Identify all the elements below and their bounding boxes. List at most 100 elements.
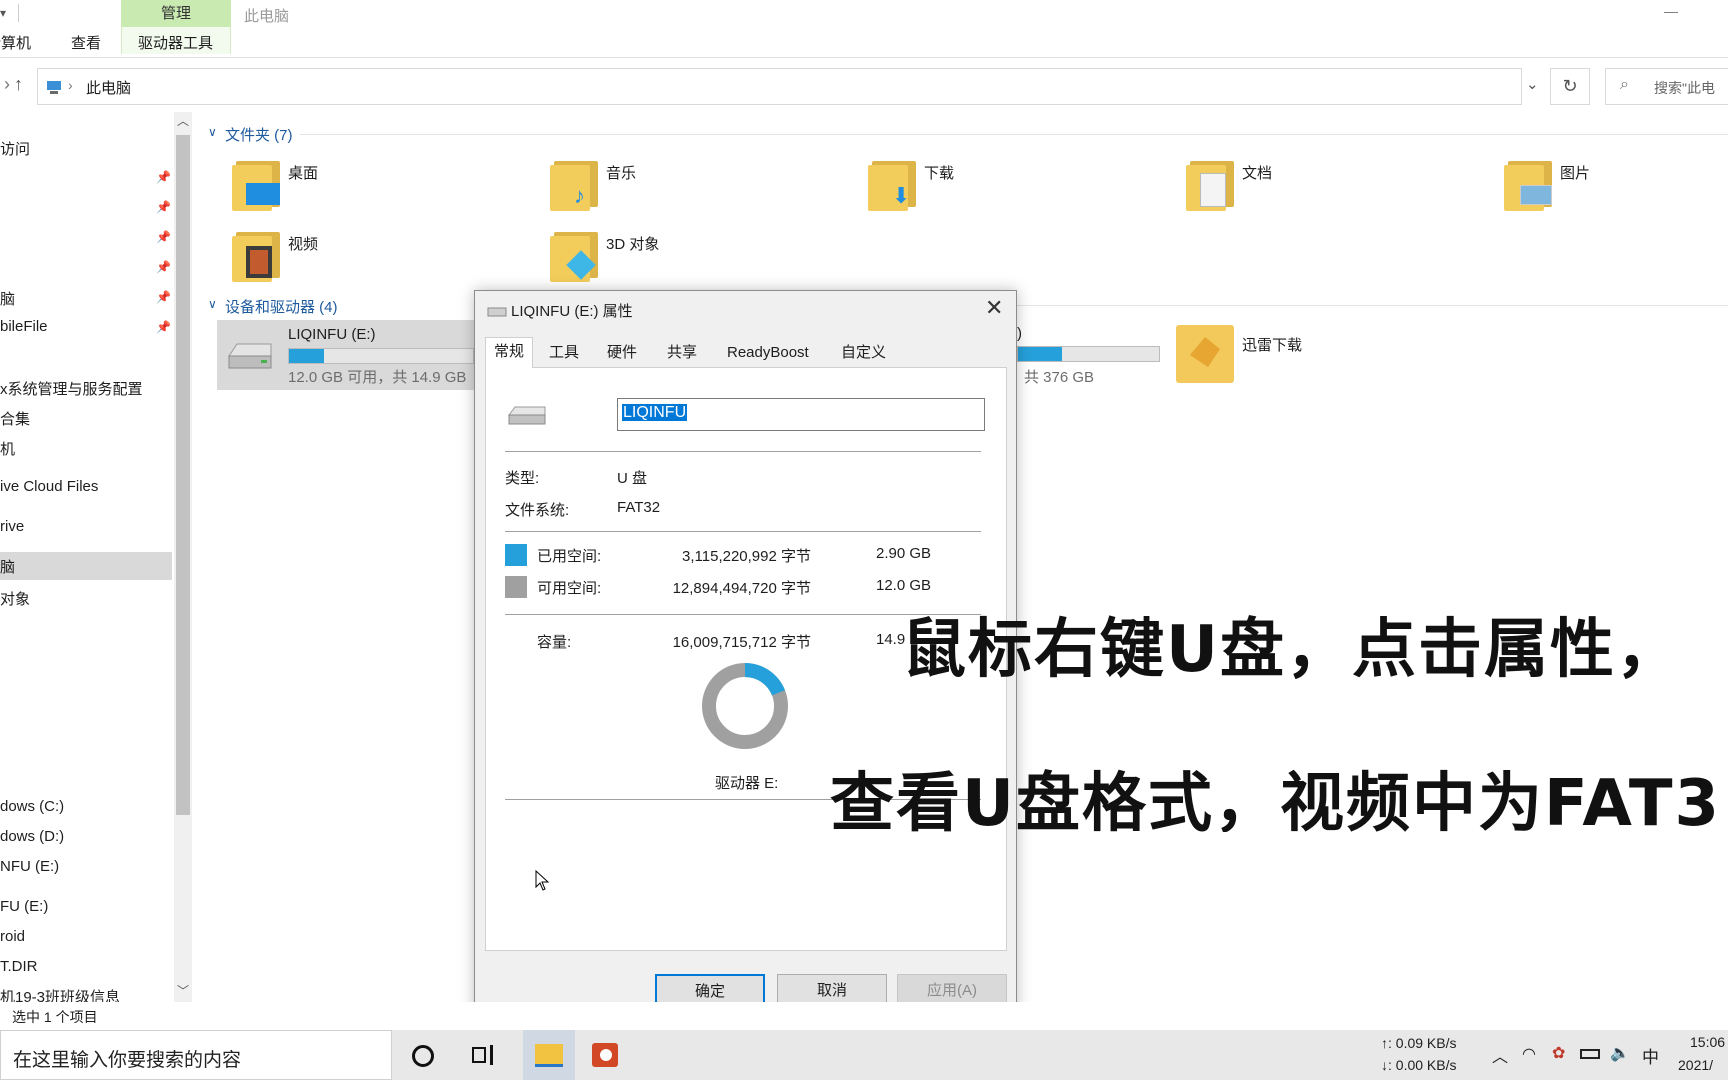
tab-drive-tools[interactable]: 驱动器工具 [138, 32, 213, 53]
sidebar-item-machine[interactable]: 机 [0, 438, 15, 459]
scroll-down-icon[interactable]: ﹀ [177, 982, 189, 999]
3d-objects-folder-icon[interactable] [550, 228, 600, 282]
volume-name-input[interactable]: LIQINFU [617, 398, 985, 431]
tab-manage[interactable]: 管理 [121, 0, 231, 27]
drive-tile-e-selected[interactable]: LIQINFU (E:) 12.0 GB 可用，共 14.9 GB [217, 320, 477, 390]
sidebar-item-pc-pinned[interactable]: 脑 [0, 288, 15, 309]
drive-name-other[interactable]: ) [1017, 325, 1022, 342]
subtitle-line-2: 查看U盘格式，视频中为FAT3 [830, 767, 1722, 832]
wifi-icon[interactable]: ◠ [1522, 1044, 1536, 1064]
ribbon: ▾ 管理 计算机 查看 驱动器工具 此电脑 — [0, 0, 1728, 58]
folder-label-music[interactable]: 音乐 [606, 162, 636, 183]
sidebar-item-onedrive[interactable]: rive [0, 518, 24, 535]
xunlei-folder-icon[interactable] [1176, 325, 1234, 383]
tab-computer[interactable]: 计算机 [0, 32, 31, 53]
sidebar-item-linux-config[interactable]: x系统管理与服务配置 [0, 378, 143, 399]
music-folder-icon[interactable]: ♪ [550, 157, 600, 211]
scroll-up-icon[interactable]: ︿ [177, 112, 189, 129]
pin-icon: 📌 [156, 230, 171, 244]
drive-letter-label: 驱动器 E: [715, 775, 779, 792]
folder-label-downloads[interactable]: 下载 [924, 162, 954, 183]
window-title: 此电脑 [244, 8, 290, 25]
free-space-label: 可用空间: [537, 580, 602, 597]
tab-sharing[interactable]: 共享 [659, 339, 705, 367]
videos-folder-icon[interactable] [232, 228, 282, 282]
minimize-icon[interactable]: — [1664, 3, 1678, 19]
up-arrow-icon[interactable]: ↑ [14, 74, 23, 95]
group-header-devices[interactable]: 设备和驱动器 (4) [225, 296, 338, 317]
drive-usage-fill [289, 349, 324, 363]
tab-readyboost[interactable]: ReadyBoost [719, 339, 817, 367]
search-box[interactable]: ⌕ 搜索"此电 [1605, 68, 1728, 105]
group-collapse-icon[interactable]: ∨ [208, 297, 217, 311]
folder-label-pictures[interactable]: 图片 [1560, 162, 1590, 183]
powerpoint-taskbar-icon[interactable] [592, 1043, 618, 1067]
address-dropdown-icon[interactable]: ⌄ [1526, 75, 1539, 93]
breadcrumb-chevron-icon[interactable]: › [68, 77, 73, 93]
pictures-folder-icon[interactable] [1504, 157, 1554, 211]
folder-label-videos[interactable]: 视频 [288, 233, 318, 254]
breadcrumb-this-pc[interactable]: 此电脑 [86, 77, 131, 98]
desktop-folder-icon[interactable] [232, 157, 282, 211]
taskbar-search-box[interactable]: 在这里输入你要搜索的内容 [0, 1030, 392, 1080]
volume-icon[interactable]: 🔈 [1610, 1043, 1630, 1063]
tab-tools[interactable]: 工具 [541, 339, 587, 367]
sidebar-item-3d-objects[interactable]: 对象 [0, 588, 30, 609]
back-arrow-icon[interactable]: › [4, 74, 10, 95]
sidebar-item-quick-access[interactable]: 访问 [0, 138, 30, 159]
drive-space-text: 12.0 GB 可用，共 14.9 GB [288, 369, 467, 386]
search-icon: ⌕ [1620, 76, 1629, 93]
xunlei-label[interactable]: 迅雷下载 [1242, 334, 1302, 355]
tab-general[interactable]: 常规 [485, 337, 534, 368]
sidebar-item-drive-e[interactable]: NFU (E:) [0, 858, 59, 875]
address-bar[interactable]: › 此电脑 ⌄ [37, 68, 1539, 105]
tab-customize[interactable]: 自定义 [833, 339, 894, 367]
qat-dropdown-icon[interactable]: ▾ [0, 6, 6, 20]
ime-indicator[interactable]: 中 [1642, 1043, 1659, 1068]
status-bar: 选中 1 个项目 [0, 1002, 1728, 1030]
task-view-icon[interactable] [472, 1045, 494, 1065]
downloads-folder-icon[interactable]: ⬇ [868, 157, 918, 211]
net-upload-speed: ↑: 0.09 KB/s [1381, 1035, 1457, 1051]
pin-icon: 📌 [156, 260, 171, 274]
net-download-speed: ↓: 0.00 KB/s [1381, 1057, 1457, 1073]
chevron-up-icon[interactable]: ︿ [1492, 1043, 1508, 1067]
clock-time[interactable]: 15:06 [1690, 1034, 1725, 1050]
sidebar-item-mobilefile[interactable]: bileFile [0, 318, 48, 335]
pin-icon: 📌 [156, 320, 171, 334]
sidebar-item-this-pc-selected[interactable]: 脑 [0, 552, 172, 580]
group-collapse-icon[interactable]: ∨ [208, 125, 217, 139]
sidebar-item-dir[interactable]: T.DIR [0, 958, 38, 975]
type-label: 类型: [505, 470, 540, 487]
folder-label-documents[interactable]: 文档 [1242, 162, 1272, 183]
documents-folder-icon[interactable] [1186, 157, 1236, 211]
sidebar-item-drive-c[interactable]: dows (C:) [0, 798, 64, 815]
folder-label-3d-objects[interactable]: 3D 对象 [606, 233, 659, 254]
cortana-icon[interactable] [412, 1045, 434, 1067]
capacity-size: 14.9 [876, 631, 906, 648]
sidebar-scrollbar-thumb[interactable] [176, 135, 190, 815]
divider [505, 451, 981, 452]
sidebar-item-drive-e-2[interactable]: FU (E:) [0, 898, 48, 915]
tab-hardware[interactable]: 硬件 [599, 339, 645, 367]
sidebar-item-creative-cloud[interactable]: ive Cloud Files [0, 478, 98, 495]
status-text: 选中 1 个项目 [12, 1009, 98, 1025]
clock-date[interactable]: 2021/ [1678, 1057, 1713, 1073]
sidebar-item-collection[interactable]: 合集 [0, 408, 30, 429]
file-explorer-taskbar-button[interactable] [523, 1030, 575, 1080]
sidebar-item-class-info[interactable]: 机19-3班班级信息 [0, 986, 120, 1002]
app-tray-icon[interactable]: ✿ [1552, 1043, 1565, 1063]
group-header-folders[interactable]: 文件夹 (7) [225, 124, 293, 145]
sidebar-item-drive-d[interactable]: dows (D:) [0, 828, 64, 845]
tab-view[interactable]: 查看 [71, 32, 101, 53]
drive-space-text-other: 共 376 GB [1024, 369, 1095, 386]
battery-icon[interactable] [1580, 1049, 1600, 1059]
search-placeholder: 搜索"此电 [1654, 80, 1715, 96]
folder-label-desktop[interactable]: 桌面 [288, 162, 318, 183]
sidebar-item-label: 脑 [0, 559, 16, 576]
sidebar-item-android[interactable]: roid [0, 928, 25, 945]
close-icon[interactable]: ✕ [985, 295, 1003, 321]
usage-donut-chart [702, 663, 788, 749]
usb-drive-icon [228, 343, 272, 369]
refresh-icon[interactable]: ↻ [1550, 68, 1590, 105]
